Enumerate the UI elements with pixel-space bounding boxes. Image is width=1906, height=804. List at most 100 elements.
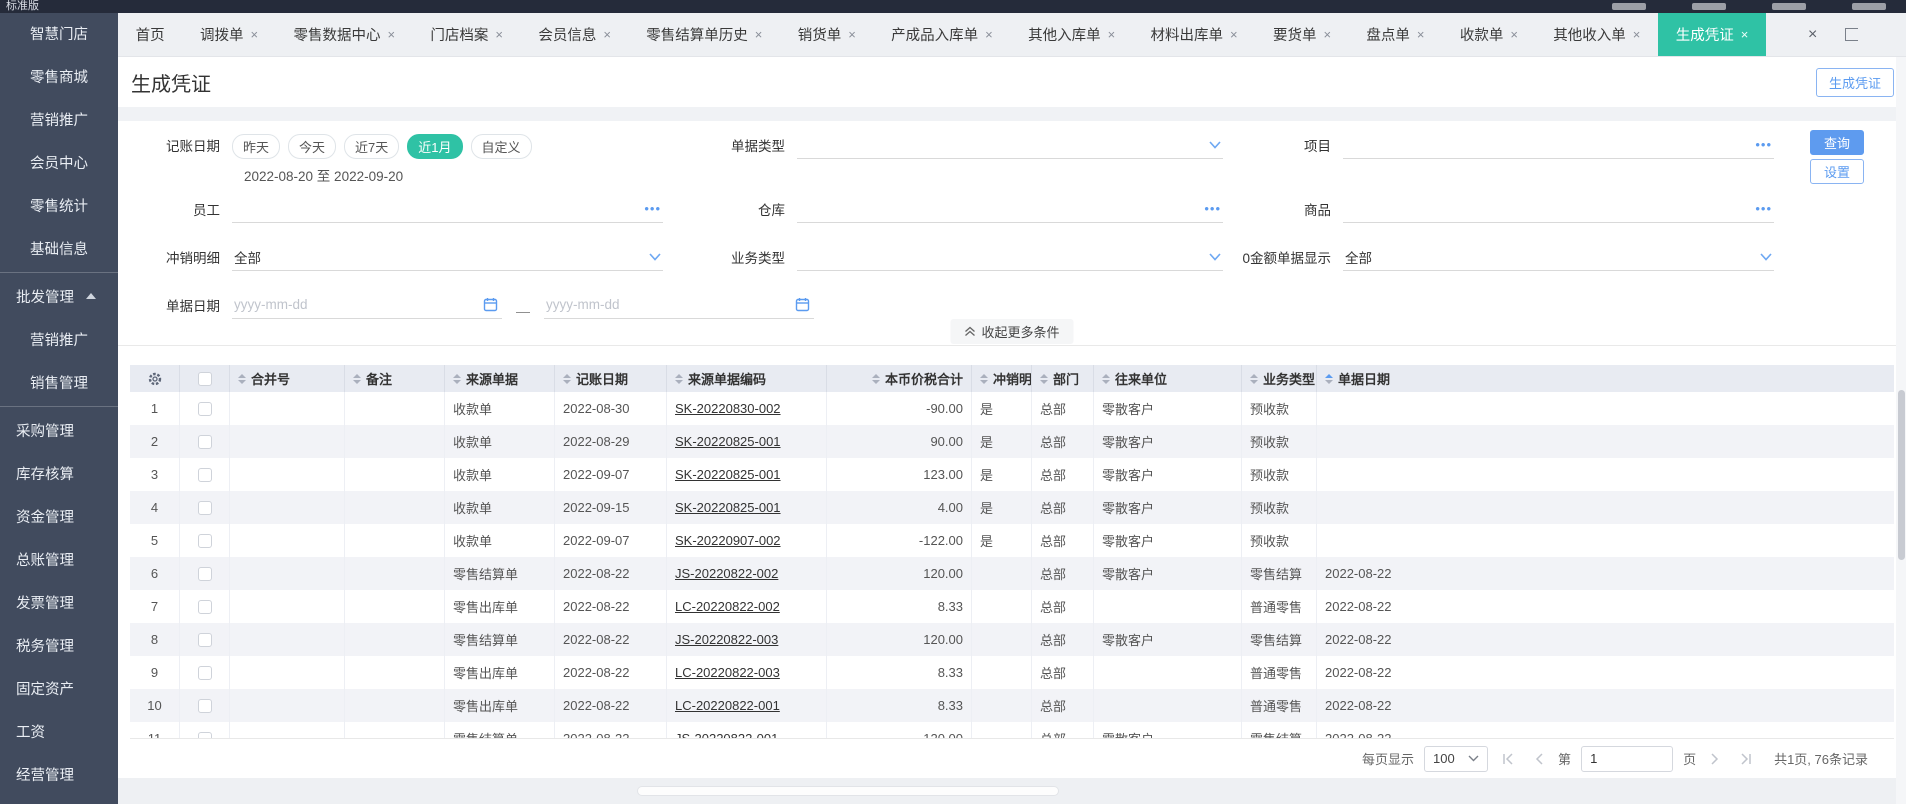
tab[interactable]: 零售数据中心 ×	[276, 13, 413, 56]
tab[interactable]: 销货单 ×	[780, 13, 873, 56]
sort-icon[interactable]	[871, 373, 880, 384]
tab-list-icon[interactable]	[1845, 28, 1859, 41]
writeoff-select[interactable]: 全部	[232, 245, 663, 271]
table-row[interactable]: 10 零售出库单 2022-08-22 LC-20220822-001 8.33…	[130, 689, 1894, 722]
header-partner[interactable]: 往来单位	[1094, 365, 1242, 392]
row-checkbox[interactable]	[197, 599, 212, 614]
sidebar-item[interactable]: 税务管理	[0, 623, 118, 667]
table-row[interactable]: 3 收款单 2022-09-07 SK-20220825-001 123.00 …	[130, 458, 1894, 491]
tab-close-icon[interactable]: ×	[755, 27, 763, 42]
topbar-icon-fragment[interactable]	[1692, 3, 1726, 10]
next-page-button[interactable]	[1706, 752, 1724, 765]
doc-code-link[interactable]: SK-20220907-002	[675, 533, 781, 548]
first-page-button[interactable]	[1498, 752, 1520, 765]
date-range-chip[interactable]: 近1月	[407, 134, 463, 159]
sidebar-item[interactable]: 基础信息	[0, 226, 118, 270]
select-all-checkbox[interactable]	[197, 371, 212, 386]
tab-close-icon[interactable]: ×	[603, 27, 611, 42]
date-range-chip[interactable]: 今天	[288, 134, 337, 159]
doc-code-link[interactable]: LC-20220822-003	[675, 665, 780, 680]
page-number-input[interactable]	[1581, 745, 1674, 772]
sidebar-item[interactable]: 零售统计	[0, 183, 118, 227]
sidebar-item[interactable]: 批发管理	[0, 274, 118, 318]
tab[interactable]: 首页	[118, 13, 182, 56]
tab-close-icon[interactable]: ×	[1633, 27, 1641, 42]
header-booking-date[interactable]: 记账日期	[555, 365, 667, 392]
tab[interactable]: 要货单 ×	[1255, 13, 1348, 56]
header-merge-no[interactable]: 合并号	[230, 365, 345, 392]
vertical-scrollbar-thumb[interactable]	[1897, 390, 1905, 560]
row-checkbox[interactable]	[197, 731, 212, 738]
doc-code-link[interactable]: JS-20220822-002	[675, 566, 778, 581]
topbar-icon-fragment[interactable]	[1852, 3, 1886, 10]
tab[interactable]: 材料出库单 ×	[1133, 13, 1255, 56]
sidebar-item[interactable]: 发票管理	[0, 580, 118, 624]
sidebar-item[interactable]: 工资	[0, 709, 118, 753]
header-writeoff[interactable]: 冲销明细	[972, 365, 1032, 392]
table-row[interactable]: 4 收款单 2022-09-15 SK-20220825-001 4.00 是 …	[130, 491, 1894, 524]
doc-type-select[interactable]	[797, 133, 1223, 159]
doc-code-link[interactable]: SK-20220825-001	[675, 434, 781, 449]
date-range-chip[interactable]: 自定义	[470, 134, 532, 159]
tab-close-icon[interactable]: ×	[495, 27, 503, 42]
tab-close-icon[interactable]: ×	[848, 27, 856, 42]
sidebar-item[interactable]: 智慧门店	[0, 11, 118, 55]
tab[interactable]: 产成品入库单 ×	[873, 13, 1010, 56]
sidebar-item[interactable]: 采购管理	[0, 408, 118, 452]
sidebar-item[interactable]: 库存核算	[0, 451, 118, 495]
table-row[interactable]: 2 收款单 2022-08-29 SK-20220825-001 90.00 是…	[130, 425, 1894, 458]
header-note[interactable]: 备注	[345, 365, 445, 392]
tab-close-icon[interactable]: ×	[1741, 27, 1749, 42]
sidebar-item[interactable]: 会员中心	[0, 140, 118, 184]
settings-button[interactable]: 设置	[1810, 159, 1864, 184]
sort-icon[interactable]	[1325, 373, 1333, 384]
doc-date-end-input[interactable]: yyyy-mm-dd	[544, 293, 814, 319]
per-page-select[interactable]: 100	[1424, 745, 1489, 772]
tab[interactable]: 零售结算单历史 ×	[629, 13, 780, 56]
doc-code-link[interactable]: LC-20220822-001	[675, 698, 780, 713]
sort-icon[interactable]	[675, 373, 683, 384]
prev-page-button[interactable]	[1530, 752, 1548, 765]
sort-icon[interactable]	[980, 373, 988, 384]
doc-code-link[interactable]: SK-20220830-002	[675, 401, 781, 416]
table-row[interactable]: 6 零售结算单 2022-08-22 JS-20220822-002 120.0…	[130, 557, 1894, 590]
sidebar-item[interactable]: 固定资产	[0, 666, 118, 710]
tab-close-icon[interactable]: ×	[1323, 27, 1331, 42]
doc-date-start-input[interactable]: yyyy-mm-dd	[232, 293, 502, 319]
tab[interactable]: 会员信息 ×	[521, 13, 629, 56]
doc-code-link[interactable]: SK-20220825-001	[675, 467, 781, 482]
zero-amount-select[interactable]: 全部	[1343, 245, 1774, 271]
header-source-doc-code[interactable]: 来源单据编码	[667, 365, 827, 392]
tab[interactable]: 其他入库单 ×	[1010, 13, 1132, 56]
sort-icon[interactable]	[453, 373, 461, 384]
sort-icon[interactable]	[563, 373, 571, 384]
table-row[interactable]: 11 零售结算单 2022-08-22 JS-20220822-001 120.…	[130, 722, 1894, 738]
sidebar-item[interactable]: 资金管理	[0, 494, 118, 538]
sidebar-item[interactable]: 营销推广	[0, 97, 118, 141]
project-picker[interactable]: •••	[1343, 133, 1774, 159]
sidebar-item[interactable]: 营销推广	[0, 317, 118, 361]
row-checkbox[interactable]	[197, 401, 212, 416]
header-amount[interactable]: 本币价税合计	[827, 365, 972, 392]
sort-icon[interactable]	[1102, 373, 1110, 384]
doc-code-link[interactable]: JS-20220822-001	[675, 731, 778, 738]
sidebar-item[interactable]: 零售商城	[0, 54, 118, 98]
date-range-chip[interactable]: 近7天	[344, 134, 400, 159]
row-checkbox[interactable]	[197, 467, 212, 482]
tab-close-icon[interactable]: ×	[387, 27, 395, 42]
table-row[interactable]: 5 收款单 2022-09-07 SK-20220907-002 -122.00…	[130, 524, 1894, 557]
header-business-type[interactable]: 业务类型	[1242, 365, 1317, 392]
sidebar-item[interactable]: 经营管理	[0, 752, 118, 796]
employee-picker[interactable]: •••	[232, 197, 663, 223]
doc-code-link[interactable]: LC-20220822-002	[675, 599, 780, 614]
sidebar-item[interactable]: 总账管理	[0, 537, 118, 581]
tab[interactable]: 其他收入单 ×	[1536, 13, 1658, 56]
header-doc-date[interactable]: 单据日期	[1317, 365, 1894, 392]
doc-code-link[interactable]: JS-20220822-003	[675, 632, 778, 647]
doc-code-link[interactable]: SK-20220825-001	[675, 500, 781, 515]
horizontal-scrollbar[interactable]	[638, 787, 1058, 795]
tab[interactable]: 盘点单 ×	[1349, 13, 1442, 56]
topbar-icon-fragment[interactable]	[1612, 3, 1646, 10]
tab[interactable]: 生成凭证 ×	[1658, 13, 1766, 56]
tab[interactable]: 收款单 ×	[1442, 13, 1535, 56]
